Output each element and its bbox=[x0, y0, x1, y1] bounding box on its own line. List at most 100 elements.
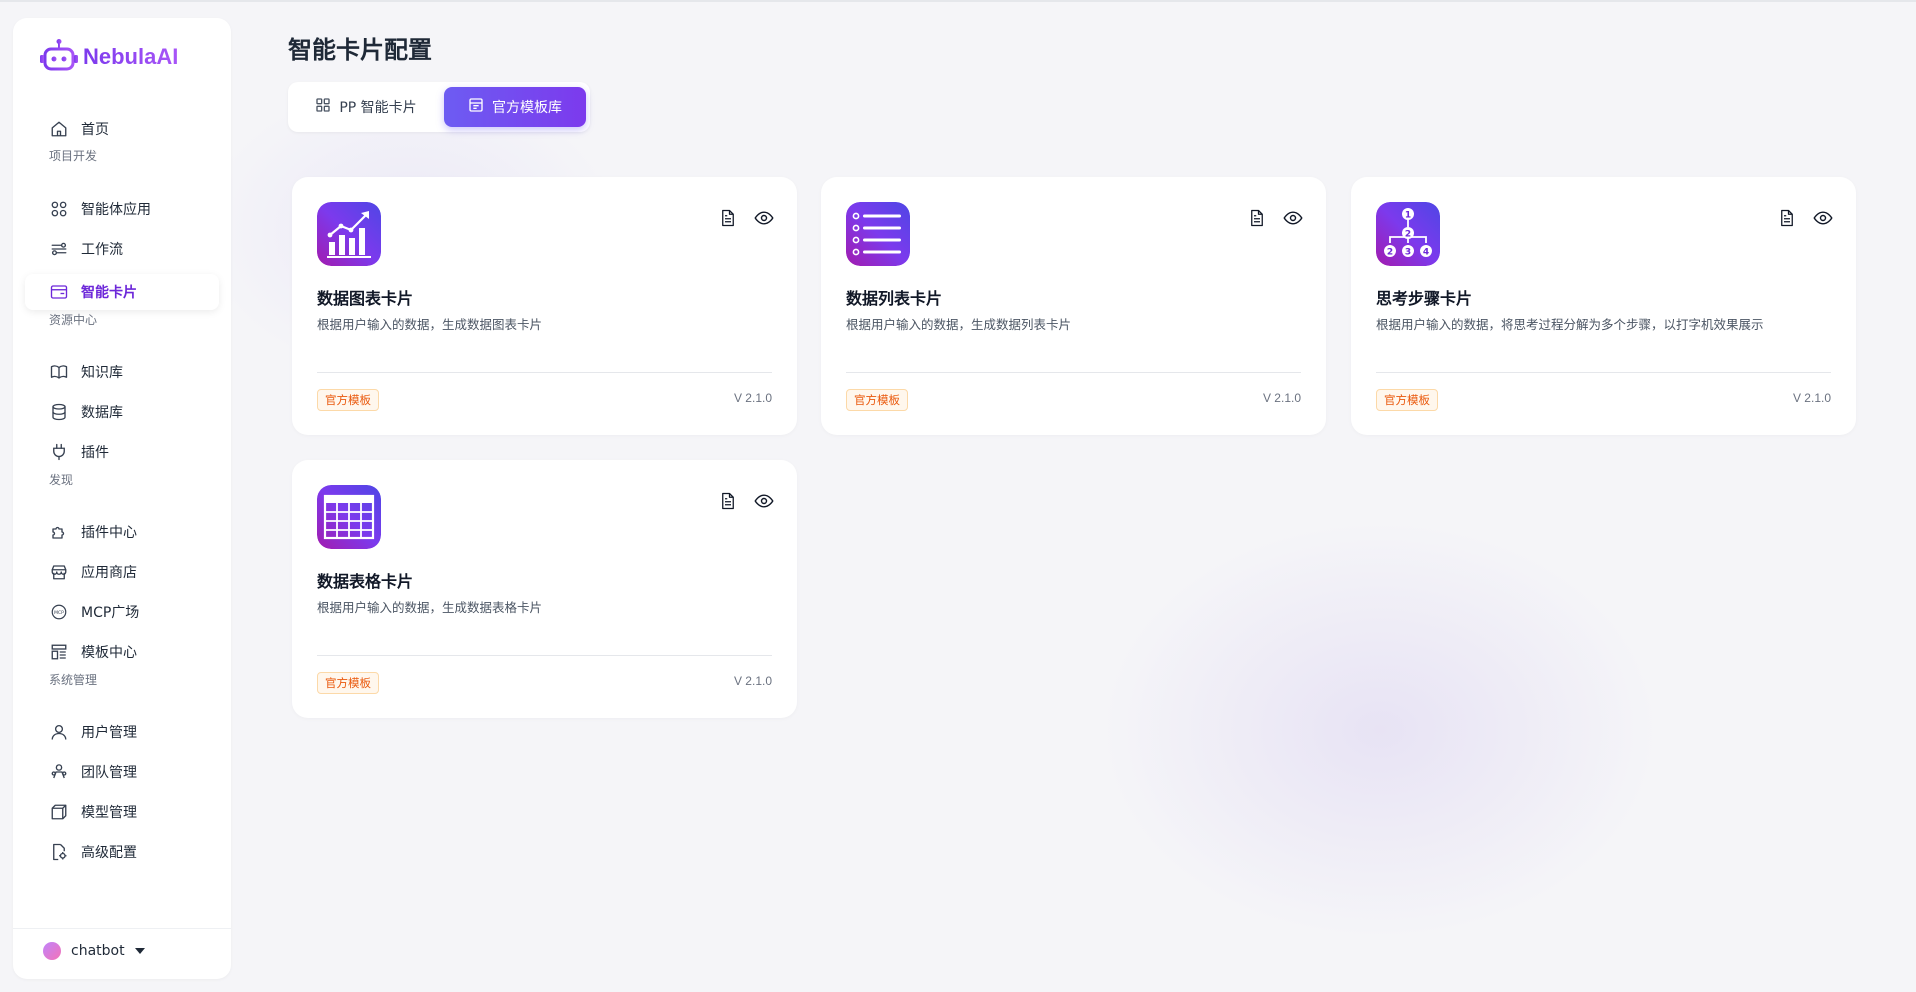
card-divider bbox=[846, 372, 1301, 373]
svg-text:4: 4 bbox=[1423, 248, 1429, 258]
table-icon bbox=[317, 485, 381, 549]
sidebar-item-label: 工作流 bbox=[81, 242, 123, 258]
svg-text:2: 2 bbox=[1387, 248, 1393, 258]
background-glow bbox=[1100, 520, 1660, 940]
logo-text: NebulaAI bbox=[83, 44, 179, 69]
sidebar-divider bbox=[13, 928, 231, 929]
avatar bbox=[43, 942, 61, 960]
puzzle-icon bbox=[49, 522, 69, 542]
official-badge: 官方模板 bbox=[846, 389, 908, 411]
sidebar-item-plugin-center[interactable]: 插件中心 bbox=[25, 514, 219, 550]
steps-tree-icon: 1 2 2 3 4 bbox=[1376, 202, 1440, 266]
sidebar-item-label: MCP广场 bbox=[81, 605, 140, 621]
grid-icon bbox=[315, 97, 331, 117]
card-title: 数据列表卡片 bbox=[846, 289, 943, 308]
card-actions bbox=[717, 207, 775, 229]
card-version: V 2.1.0 bbox=[1262, 391, 1301, 405]
svg-text:MCP: MCP bbox=[54, 610, 64, 616]
sidebar-item-knowledge[interactable]: 知识库 bbox=[25, 354, 219, 390]
sidebar-item-app-store[interactable]: 应用商店 bbox=[25, 554, 219, 590]
sidebar-item-plugin[interactable]: 插件 bbox=[25, 434, 219, 470]
eye-icon[interactable] bbox=[1812, 207, 1834, 229]
document-icon[interactable] bbox=[1246, 207, 1268, 229]
card-title: 思考步骤卡片 bbox=[1376, 289, 1473, 308]
tab-label: PP 智能卡片 bbox=[339, 100, 417, 116]
card-title: 数据表格卡片 bbox=[317, 572, 414, 591]
tab-label: 官方模板库 bbox=[492, 100, 562, 116]
user-menu[interactable]: chatbot bbox=[43, 942, 145, 960]
sidebar-item-label: 智能卡片 bbox=[81, 285, 137, 301]
template-card[interactable]: 数据列表卡片 根据用户输入的数据，生成数据列表卡片 官方模板 V 2.1.0 bbox=[821, 177, 1326, 435]
template-store-icon bbox=[468, 97, 484, 117]
sidebar-item-team-mgmt[interactable]: 团队管理 bbox=[25, 754, 219, 790]
card-actions bbox=[1246, 207, 1304, 229]
robot-logo-icon bbox=[39, 38, 79, 76]
cube-icon bbox=[49, 802, 69, 822]
sidebar-item-user-mgmt[interactable]: 用户管理 bbox=[25, 714, 219, 750]
workflow-icon bbox=[49, 239, 69, 259]
eye-icon[interactable] bbox=[1282, 207, 1304, 229]
card-description: 根据用户输入的数据，生成数据表格卡片 bbox=[317, 600, 543, 615]
sidebar-item-smart-card[interactable]: 智能卡片 bbox=[25, 274, 219, 310]
template-card[interactable]: 数据图表卡片 根据用户输入的数据，生成数据图表卡片 官方模板 V 2.1.0 bbox=[292, 177, 797, 435]
apps-icon bbox=[49, 199, 69, 219]
card-description: 根据用户输入的数据，将思考过程分解为多个步骤，以打字机效果展示 bbox=[1376, 317, 1764, 332]
sidebar-item-label: 插件中心 bbox=[81, 525, 137, 541]
sidebar-item-label: 用户管理 bbox=[81, 725, 137, 741]
section-title-discover: 发现 bbox=[49, 473, 74, 487]
caret-down-icon bbox=[134, 948, 145, 954]
sidebar-item-database[interactable]: 数据库 bbox=[25, 394, 219, 430]
settings-file-icon bbox=[49, 842, 69, 862]
card-version: V 2.1.0 bbox=[733, 674, 772, 688]
card-divider bbox=[317, 372, 772, 373]
official-badge: 官方模板 bbox=[317, 672, 379, 694]
book-icon bbox=[49, 362, 69, 382]
sidebar-item-label: 智能体应用 bbox=[81, 202, 151, 218]
document-icon[interactable] bbox=[1776, 207, 1798, 229]
home-icon bbox=[49, 119, 69, 139]
list-icon bbox=[846, 202, 910, 266]
card-title: 数据图表卡片 bbox=[317, 289, 414, 308]
card-description: 根据用户输入的数据，生成数据列表卡片 bbox=[846, 317, 1072, 332]
template-icon bbox=[49, 642, 69, 662]
sidebar: NebulaAI 首页 项目开发 智能体应用 工作流 智能卡片 资源中心 知识库 bbox=[13, 18, 231, 979]
bar-chart-icon bbox=[317, 202, 381, 266]
sidebar-item-template-center[interactable]: 模板中心 bbox=[25, 634, 219, 670]
sidebar-item-home[interactable]: 首页 bbox=[25, 111, 219, 147]
template-card[interactable]: 数据表格卡片 根据用户输入的数据，生成数据表格卡片 官方模板 V 2.1.0 bbox=[292, 460, 797, 718]
sidebar-item-label: 应用商店 bbox=[81, 565, 137, 581]
tab-bar: PP 智能卡片 官方模板库 bbox=[288, 82, 590, 132]
card-actions bbox=[1776, 207, 1834, 229]
sidebar-item-advanced-config[interactable]: 高级配置 bbox=[25, 834, 219, 870]
sidebar-item-mcp-plaza[interactable]: MCP MCP广场 bbox=[25, 594, 219, 630]
document-icon[interactable] bbox=[717, 207, 739, 229]
card-icon bbox=[49, 282, 69, 302]
page-title: 智能卡片配置 bbox=[288, 36, 432, 64]
tab-pp-smart-card[interactable]: PP 智能卡片 bbox=[294, 87, 438, 127]
sidebar-item-label: 高级配置 bbox=[81, 845, 137, 861]
tab-official-templates[interactable]: 官方模板库 bbox=[444, 87, 586, 127]
document-icon[interactable] bbox=[717, 490, 739, 512]
card-version: V 2.1.0 bbox=[733, 391, 772, 405]
sidebar-item-label: 首页 bbox=[81, 122, 109, 138]
sidebar-item-workflow[interactable]: 工作流 bbox=[25, 231, 219, 267]
eye-icon[interactable] bbox=[753, 490, 775, 512]
template-card[interactable]: 1 2 2 3 4 思考步骤卡片 根据用户输入的数据，将思考过程分解为多个步骤，… bbox=[1351, 177, 1856, 435]
logo[interactable]: NebulaAI bbox=[39, 37, 178, 77]
sidebar-item-label: 知识库 bbox=[81, 365, 123, 381]
team-icon bbox=[49, 762, 69, 782]
section-title-dev: 项目开发 bbox=[49, 149, 98, 163]
card-actions bbox=[717, 490, 775, 512]
sidebar-item-agent-apps[interactable]: 智能体应用 bbox=[25, 191, 219, 227]
card-version: V 2.1.0 bbox=[1792, 391, 1831, 405]
eye-icon[interactable] bbox=[753, 207, 775, 229]
card-divider bbox=[1376, 372, 1831, 373]
sidebar-item-label: 数据库 bbox=[81, 405, 123, 421]
card-divider bbox=[317, 655, 772, 656]
official-badge: 官方模板 bbox=[1376, 389, 1438, 411]
official-badge: 官方模板 bbox=[317, 389, 379, 411]
top-border bbox=[0, 0, 1916, 2]
user-icon bbox=[49, 722, 69, 742]
sidebar-item-label: 模型管理 bbox=[81, 805, 137, 821]
sidebar-item-model-mgmt[interactable]: 模型管理 bbox=[25, 794, 219, 830]
